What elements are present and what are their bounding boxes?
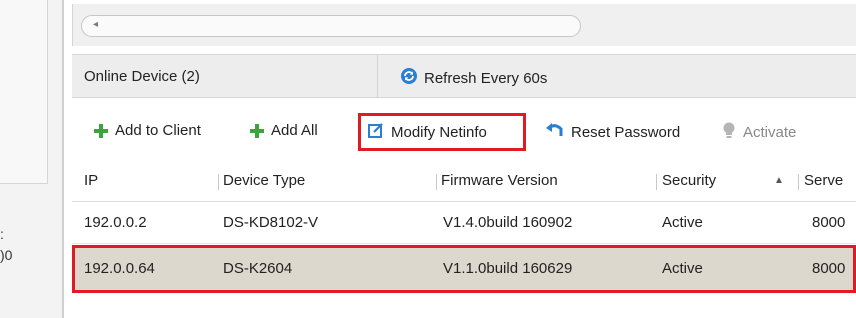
refresh-icon	[400, 67, 418, 89]
cell-firmware: V1.4.0build 160902	[443, 214, 573, 231]
plus-icon	[250, 123, 264, 138]
left-panel-text: )0	[0, 247, 13, 263]
modify-netinfo-highlight	[358, 113, 526, 151]
online-device-label: Online Device (2)	[84, 68, 200, 85]
reset-password-label: Reset Password	[571, 123, 681, 141]
selected-row-highlight	[72, 245, 856, 293]
device-header-bar: Online Device (2) Refresh Every 60s	[72, 54, 856, 98]
activate-label: Activate	[743, 124, 797, 141]
add-to-client-button[interactable]: Add to Client	[94, 122, 201, 139]
bulb-icon	[722, 122, 736, 143]
scroll-left-arrow-icon[interactable]: ◂	[93, 19, 98, 30]
horizontal-scrollbar[interactable]: ◂	[81, 15, 581, 37]
plus-icon	[94, 123, 108, 138]
cell-security: Active	[662, 214, 703, 231]
column-header-device-type[interactable]: Device Type	[223, 172, 305, 189]
left-panel-inner	[0, 0, 48, 184]
column-header-firmware-version[interactable]: Firmware Version	[441, 172, 558, 189]
cell-ip: 192.0.0.2	[84, 214, 147, 231]
column-separator[interactable]	[798, 174, 799, 190]
cell-device-type: DS-KD8102-V	[223, 214, 319, 231]
undo-icon	[546, 122, 564, 142]
left-panel-text: :	[0, 226, 4, 242]
scroll-region: ◂	[72, 4, 856, 46]
reset-password-button[interactable]: Reset Password	[546, 122, 680, 142]
add-all-label: Add All	[271, 122, 318, 139]
online-device-panel: ◂ Online Device (2) Refresh Every 60s Ad…	[64, 0, 856, 318]
left-panel: : )0	[0, 0, 64, 318]
column-header-security[interactable]: Security	[662, 172, 716, 189]
column-header-server-port[interactable]: Serve	[804, 172, 843, 189]
column-separator[interactable]	[656, 174, 657, 190]
refresh-button[interactable]: Refresh Every 60s	[400, 67, 547, 89]
header-separator	[377, 55, 378, 98]
cell-port: 8000	[812, 214, 846, 231]
column-separator[interactable]	[436, 174, 437, 190]
refresh-label: Refresh Every 60s	[424, 69, 548, 87]
activate-button[interactable]: Activate	[722, 122, 796, 143]
add-all-button[interactable]: Add All	[250, 122, 318, 139]
add-to-client-label: Add to Client	[115, 122, 201, 139]
column-separator[interactable]	[218, 174, 219, 190]
table-empty-area	[72, 293, 856, 318]
column-header-ip[interactable]: IP	[84, 172, 98, 189]
sort-ascending-icon[interactable]: ▲	[774, 175, 784, 186]
table-header: IP Device Type Firmware Version Security…	[72, 160, 856, 202]
device-toolbar: Add to Client Add All Modify Netinfo Res…	[72, 98, 856, 160]
table-row[interactable]: 192.0.0.2 DS-KD8102-V V1.4.0build 160902…	[72, 202, 856, 244]
